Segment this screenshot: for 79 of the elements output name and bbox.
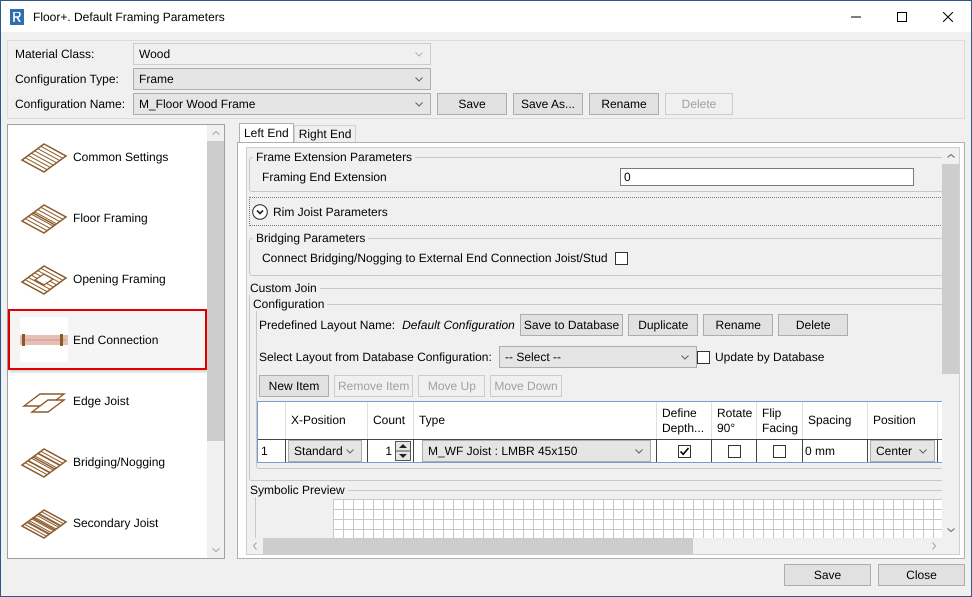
group-title: Frame Extension Parameters bbox=[255, 150, 414, 164]
tab[interactable]: Right End bbox=[294, 125, 356, 142]
row-number: 1 bbox=[258, 439, 286, 462]
sidebar-item-label: Edge Joist bbox=[73, 394, 130, 408]
sidebar-item[interactable]: Common Settings bbox=[8, 126, 207, 187]
sidebar-item[interactable]: Secondary Joist bbox=[8, 492, 207, 553]
table-cell: 0 mm bbox=[803, 439, 868, 462]
field-label: Configuration Name: bbox=[15, 97, 126, 111]
column-header: X-Position bbox=[286, 402, 368, 439]
layout-dropdown[interactable]: -- Select -- bbox=[499, 346, 697, 368]
framing-end-extension-field[interactable]: 0 bbox=[620, 168, 914, 186]
column-header: Flip Facing bbox=[757, 402, 803, 439]
column-header: Count bbox=[368, 402, 414, 439]
save-button[interactable]: Save bbox=[437, 93, 507, 115]
field-label: Predefined Layout Name: bbox=[259, 318, 396, 332]
app-logo-icon bbox=[10, 8, 24, 24]
checkbox[interactable] bbox=[773, 444, 786, 458]
position-dropdown[interactable]: Center bbox=[870, 440, 935, 462]
column-header: Position bbox=[868, 402, 938, 439]
field-label: Configuration Type: bbox=[15, 72, 120, 86]
sidebar-item[interactable]: Floor Framing bbox=[8, 187, 207, 248]
field-label: Framing End Extension bbox=[262, 170, 388, 184]
field-label: Material Class: bbox=[15, 47, 96, 61]
group-title: Configuration bbox=[252, 297, 326, 311]
sidebar-item-label: Secondary Joist bbox=[73, 516, 158, 530]
rename-button[interactable]: Rename bbox=[703, 314, 774, 336]
field-label: Select Layout from Database Configuration: bbox=[259, 350, 493, 364]
save-button[interactable]: Save bbox=[784, 564, 871, 586]
column-header: Define Depth... bbox=[657, 402, 712, 439]
chevron-down-icon bbox=[919, 448, 927, 454]
sidebar-item[interactable]: End Connection bbox=[8, 309, 207, 370]
checkbox[interactable] bbox=[697, 350, 710, 364]
sidebar-item-label: Opening Framing bbox=[73, 272, 166, 286]
column-header: Type bbox=[414, 402, 657, 439]
chevron-down-icon bbox=[415, 102, 423, 106]
maximize-icon bbox=[897, 12, 907, 22]
checkbox[interactable] bbox=[614, 252, 628, 264]
group-title: Custom Join bbox=[249, 281, 318, 295]
save-as-button[interactable]: Save As... bbox=[513, 93, 583, 115]
delete-button[interactable]: Delete bbox=[778, 314, 848, 336]
chevron-up-icon[interactable] bbox=[946, 154, 954, 158]
close-button[interactable]: Close bbox=[878, 564, 965, 586]
group-title: Bridging Parameters bbox=[255, 231, 366, 245]
chevron-down-icon bbox=[635, 448, 643, 454]
checkbox[interactable] bbox=[678, 444, 690, 458]
beam-icon bbox=[20, 334, 68, 346]
group-title: Symbolic Preview bbox=[249, 483, 346, 497]
close-icon bbox=[943, 12, 953, 22]
save-to-database-button[interactable]: Save to Database bbox=[520, 314, 624, 336]
sidebar-item[interactable]: Bridging/Nogging bbox=[8, 431, 207, 492]
checkbox-label: Connect Bridging/Nogging to External End Connection Joist/Stud bbox=[262, 251, 608, 265]
column-header: Rotate 90° bbox=[712, 402, 757, 439]
sidebar-item[interactable]: Opening Framing bbox=[8, 248, 207, 309]
minimize-icon bbox=[851, 16, 861, 18]
expand-icon[interactable] bbox=[252, 204, 268, 220]
checkbox[interactable] bbox=[728, 444, 740, 458]
chevron-down-icon bbox=[346, 448, 354, 454]
sidebar-item-label: Floor Framing bbox=[73, 210, 148, 224]
window-title: Floor+. Default Framing Parameters bbox=[33, 10, 226, 24]
column-header: Spacing bbox=[803, 402, 868, 439]
chevron-down-icon bbox=[415, 76, 423, 82]
sidebar-item-label: End Connection bbox=[73, 332, 158, 346]
configuration-name-dropdown[interactable]: M_Floor Wood Frame bbox=[133, 93, 431, 115]
chevron-down-icon bbox=[681, 354, 689, 360]
tab[interactable]: Left End bbox=[239, 123, 294, 142]
chevron-down-icon[interactable] bbox=[946, 528, 954, 532]
type-dropdown[interactable]: M_WF Joist : LMBR 45x150 bbox=[422, 440, 651, 462]
new-item-button[interactable]: New Item bbox=[259, 375, 329, 397]
duplicate-button[interactable]: Duplicate bbox=[628, 314, 698, 336]
configuration-type-dropdown[interactable]: Frame bbox=[133, 68, 431, 90]
checkbox-label: Update by Database bbox=[715, 350, 824, 364]
section-title: Rim Joist Parameters bbox=[273, 204, 388, 218]
layout-name: Default Configuration bbox=[402, 318, 515, 332]
x-position-dropdown[interactable]: Standard bbox=[288, 440, 362, 462]
sidebar-item[interactable]: Edge Joist bbox=[8, 370, 207, 431]
chevron-down-icon bbox=[415, 52, 423, 56]
sidebar-item-label: Common Settings bbox=[73, 150, 168, 164]
sidebar-item-label: Bridging/Nogging bbox=[73, 454, 166, 468]
rename-button[interactable]: Rename bbox=[589, 93, 659, 115]
